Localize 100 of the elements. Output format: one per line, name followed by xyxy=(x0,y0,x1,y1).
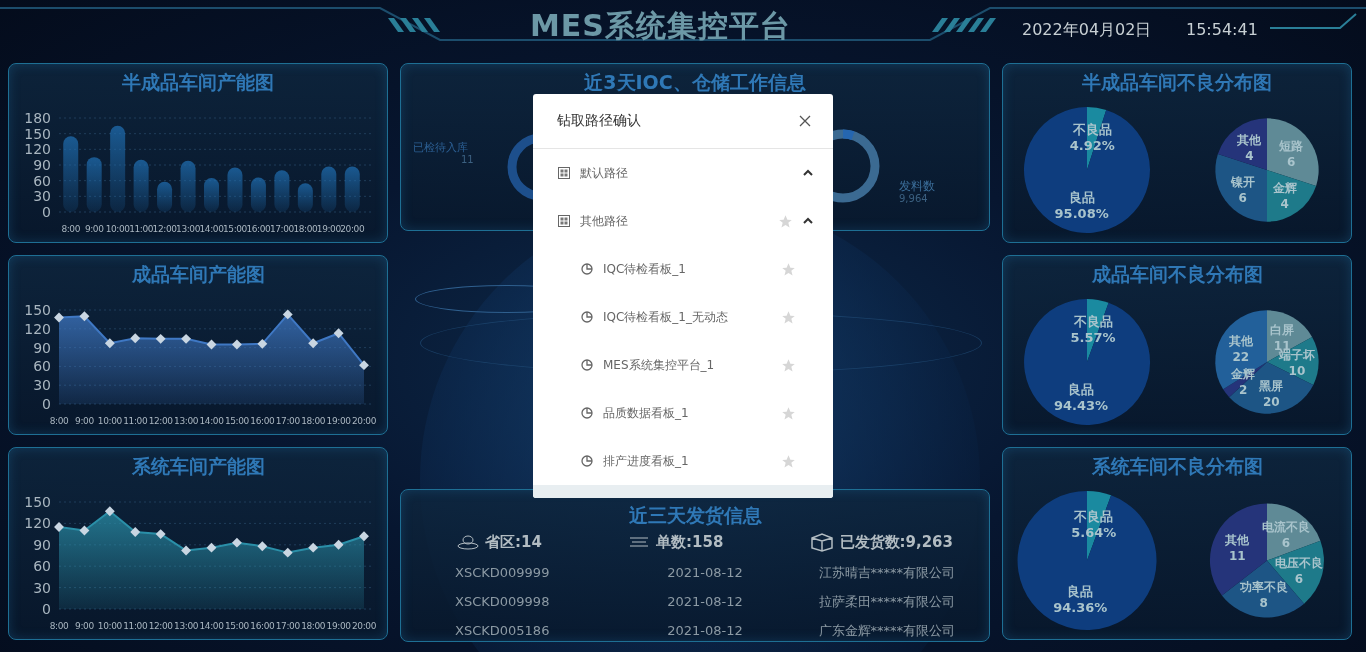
y-tick-label: 150 xyxy=(24,494,51,510)
data-point xyxy=(206,339,217,350)
x-tick-label: 16:00 xyxy=(246,224,271,234)
dialog-title: 钻取路径确认 xyxy=(557,112,641,130)
slice-label: 良品 xyxy=(1067,382,1094,398)
x-tick-label: 9:00 xyxy=(75,621,94,631)
panel-title: 成品车间不良分布图 xyxy=(1091,262,1263,287)
grid-icon xyxy=(558,215,570,227)
panel-title: 系统车间产能图 xyxy=(131,454,265,479)
table-cell-text: XSCKD009998 xyxy=(455,594,551,609)
stat-text: 单数:158 xyxy=(656,532,724,552)
x-tick-label: 20:00 xyxy=(352,621,376,631)
star-icon[interactable] xyxy=(781,261,796,277)
slice-label: 电压不良 xyxy=(1275,555,1323,570)
table-cell-text: XSCKD005186 xyxy=(455,623,551,638)
star-icon[interactable] xyxy=(781,357,796,373)
x-tick-label: 10:00 xyxy=(105,224,130,234)
table-cell-text: 拉萨柔田*****有限公司 xyxy=(817,592,955,611)
slice-label: 不良品 xyxy=(1072,121,1112,137)
slice-label: 其他 xyxy=(1228,334,1253,349)
stat-text: 省区:14 xyxy=(485,532,542,552)
data-point xyxy=(206,542,217,553)
x-tick-label: 12:00 xyxy=(148,621,173,631)
y-tick-label: 60 xyxy=(33,558,51,575)
tree-item[interactable]: 其他路径 xyxy=(533,197,833,245)
panel-title: 半成品车间不良分布图 xyxy=(1082,70,1272,95)
tree-item[interactable]: 品质数据看板_1 xyxy=(533,389,833,437)
pie-chart-icon xyxy=(581,407,593,419)
tree-item-label: 排产进度看板_1 xyxy=(603,452,690,470)
star-icon[interactable] xyxy=(781,309,796,325)
slice-label: 良品 xyxy=(1068,190,1095,206)
caret-icon[interactable] xyxy=(803,169,813,177)
pie-chart-icon xyxy=(581,359,593,371)
x-tick-label: 14:00 xyxy=(199,416,224,426)
y-tick-label: 30 xyxy=(33,579,51,596)
data-point xyxy=(231,537,242,548)
slice-label: 镍开 xyxy=(1230,174,1255,189)
tree-item-label: IQC待检看板_1_无动态 xyxy=(603,308,729,326)
tree-item[interactable]: 排产进度看板_1 xyxy=(533,437,833,485)
table-cell-text: 江苏晴吉*****有限公司 xyxy=(817,563,955,582)
data-point xyxy=(130,333,141,344)
data-point xyxy=(181,333,192,344)
x-tick-label: 19:00 xyxy=(326,416,351,426)
data-point xyxy=(155,529,166,540)
caret-icon[interactable] xyxy=(803,217,813,225)
date-text: 2022年04月02日 xyxy=(1022,20,1152,41)
tree-item[interactable]: MES系统集控平台_1 xyxy=(533,341,833,389)
table-cell-text: 2021-08-12 xyxy=(666,594,744,609)
x-tick-label: 15:00 xyxy=(224,621,249,631)
tree-item-label: 其他路径 xyxy=(580,212,629,230)
y-tick-label: 90 xyxy=(33,157,51,173)
slice-value: 6 xyxy=(1294,571,1304,586)
x-tick-label: 19:00 xyxy=(316,224,341,234)
y-tick-label: 60 xyxy=(33,358,51,375)
x-tick-label: 17:00 xyxy=(275,621,300,631)
slice-value: 95.08% xyxy=(1054,206,1109,222)
slice-label: 其他 xyxy=(1225,532,1250,547)
x-tick-label: 11:00 xyxy=(123,416,148,426)
panel-title: 成品车间产能图 xyxy=(131,262,265,287)
y-tick-label: 30 xyxy=(33,188,51,205)
close-icon[interactable] xyxy=(799,115,811,127)
slice-value: 4.92% xyxy=(1069,137,1115,153)
y-tick-label: 120 xyxy=(24,515,51,532)
x-tick-label: 11:00 xyxy=(129,224,154,234)
x-tick-label: 13:00 xyxy=(174,416,199,426)
y-tick-label: 90 xyxy=(33,536,51,553)
grid-icon xyxy=(558,167,570,179)
dashboard-title: MES系统集控平台 xyxy=(530,7,791,45)
lines-icon xyxy=(628,536,651,548)
data-point xyxy=(181,545,192,556)
data-point xyxy=(130,527,141,537)
y-tick-label: 120 xyxy=(24,141,51,158)
x-tick-label: 18:00 xyxy=(301,621,326,631)
slice-value: 94.36% xyxy=(1053,600,1108,616)
panel-title: 半成品车间产能图 xyxy=(122,70,274,95)
star-icon[interactable] xyxy=(781,405,796,421)
x-tick-label: 14:00 xyxy=(199,621,224,631)
panel-title: 近三天发货信息 xyxy=(628,503,762,528)
data-point xyxy=(104,506,115,517)
table-cell-text: 广东金辉*****有限公司 xyxy=(817,621,955,640)
slice-label: 金辉 xyxy=(1231,367,1256,382)
x-tick-label: 20:00 xyxy=(352,416,376,426)
star-icon[interactable] xyxy=(778,213,793,229)
tree-item-label: IQC待检看板_1 xyxy=(603,260,687,278)
panel-title: 系统车间不良分布图 xyxy=(1091,454,1263,479)
x-tick-label: 8:00 xyxy=(49,416,69,426)
y-tick-label: 90 xyxy=(33,339,51,356)
tree-item[interactable]: IQC待检看板_1 xyxy=(533,245,833,293)
x-tick-label: 12:00 xyxy=(148,416,173,426)
x-tick-label: 14:00 xyxy=(199,224,224,234)
data-point xyxy=(308,542,319,553)
slice-label: 功率不良 xyxy=(1239,580,1288,595)
x-tick-label: 18:00 xyxy=(293,224,318,234)
tree-item[interactable]: 默认路径 xyxy=(533,149,833,197)
data-point xyxy=(79,311,90,322)
star-icon[interactable] xyxy=(781,453,796,469)
x-tick-label: 15:00 xyxy=(224,416,249,426)
slice-label: 不良品 xyxy=(1073,313,1113,329)
x-tick-label: 10:00 xyxy=(97,416,122,426)
tree-item[interactable]: IQC待检看板_1_无动态 xyxy=(533,293,833,341)
